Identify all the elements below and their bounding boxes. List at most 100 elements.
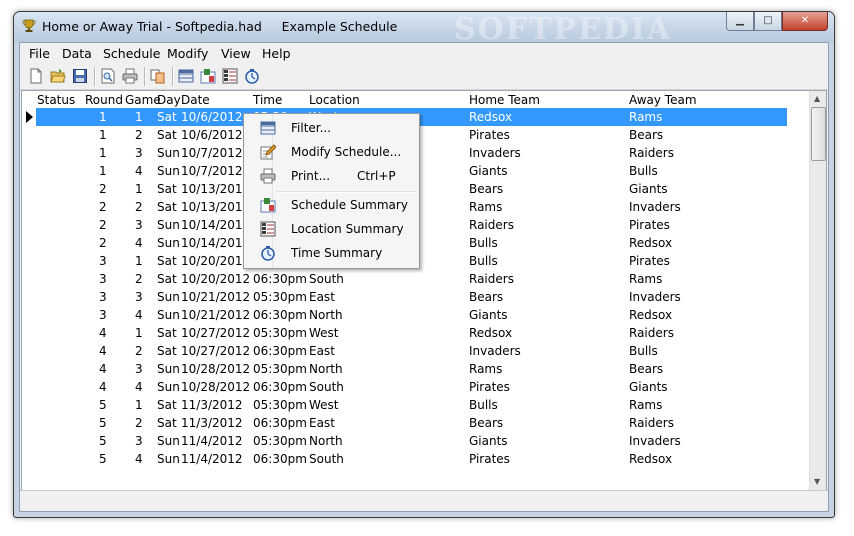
context-menu-separator (276, 191, 416, 193)
cell-away: Raiders (629, 416, 674, 430)
context-menu-modify-schedule[interactable]: Modify Schedule... (246, 141, 416, 163)
context-menu-label: Location Summary (291, 222, 404, 236)
context-menu-schedule-summary[interactable]: Schedule Summary (246, 194, 416, 216)
menu-view[interactable]: View (221, 46, 251, 61)
table-row[interactable]: 5 2 Sat 11/3/2012 06:30pm East Bears Raiders (22, 414, 812, 432)
cell-home: Bears (469, 182, 504, 196)
menu-file[interactable]: File (29, 46, 50, 61)
column-header-home-team[interactable]: Home Team (469, 93, 540, 107)
app-window: Home or Away Trial - Softpedia.had Examp… (13, 11, 835, 518)
maximize-button[interactable]: □ (754, 12, 782, 31)
cell-date: 10/27/2012 (181, 326, 251, 340)
cell-round: 1 (99, 164, 107, 178)
cell-date: 10/13/2012 (181, 182, 251, 196)
cell-date: 10/20/2012 (181, 254, 251, 268)
menu-data[interactable]: Data (62, 46, 92, 61)
column-header-game[interactable]: Game (125, 93, 161, 107)
filter-icon (260, 121, 276, 135)
new-icon[interactable] (28, 68, 44, 84)
table-row[interactable]: 4 1 Sat 10/27/2012 05:30pm West Redsox Raiders (22, 324, 812, 342)
copy-icon[interactable] (150, 68, 166, 84)
menu-schedule[interactable]: Schedule (103, 46, 160, 61)
vertical-scrollbar[interactable]: ▲ ▼ (809, 91, 826, 491)
menu-modify[interactable]: Modify (167, 46, 208, 61)
modify-schedule-icon (260, 144, 276, 160)
schedule-summary-icon[interactable] (200, 68, 216, 84)
cell-date: 10/13/2012 (181, 200, 251, 214)
cell-location: North (309, 362, 343, 376)
print-preview-icon[interactable] (100, 68, 116, 84)
cell-round: 3 (99, 308, 107, 322)
open-icon[interactable] (50, 68, 66, 84)
cell-day: Sun (157, 218, 180, 232)
context-menu-print[interactable]: Print... Ctrl+P (246, 165, 416, 187)
cell-day: Sun (157, 434, 180, 448)
cell-away: Rams (629, 110, 663, 124)
cell-date: 10/7/2012 (181, 164, 243, 178)
cell-away: Bulls (629, 164, 658, 178)
column-header-round[interactable]: Round (85, 93, 123, 107)
table-row[interactable]: 3 4 Sun 10/21/2012 06:30pm North Giants Redsox (22, 306, 812, 324)
location-summary-icon[interactable] (222, 68, 238, 84)
time-summary-icon (261, 246, 275, 261)
cell-game: 4 (135, 308, 143, 322)
time-summary-icon[interactable] (244, 68, 260, 84)
close-button[interactable]: ✕ (782, 12, 828, 31)
column-header-location[interactable]: Location (309, 93, 360, 107)
context-menu-filter[interactable]: Filter... (246, 117, 416, 139)
context-menu-label: Filter... (291, 121, 332, 135)
cell-date: 10/7/2012 (181, 146, 243, 160)
cell-time: 05:30pm (253, 398, 307, 412)
cell-home: Bulls (469, 236, 498, 250)
context-menu-location-summary[interactable]: Location Summary (246, 218, 416, 240)
filter-icon[interactable] (178, 68, 194, 84)
cell-game: 1 (135, 326, 143, 340)
table-row[interactable]: 4 3 Sun 10/28/2012 05:30pm North Rams Bears (22, 360, 812, 378)
scroll-down-arrow-icon[interactable]: ▼ (814, 477, 820, 486)
title-bar[interactable]: Home or Away Trial - Softpedia.had Examp… (14, 12, 834, 47)
print-icon[interactable] (122, 68, 138, 84)
context-menu-time-summary[interactable]: Time Summary (246, 242, 416, 264)
cell-location: South (309, 380, 344, 394)
cell-time: 05:30pm (253, 290, 307, 304)
cell-home: Raiders (469, 272, 514, 286)
cell-day: Sat (157, 272, 177, 286)
column-header-time[interactable]: Time (253, 93, 282, 107)
cell-round: 2 (99, 182, 107, 196)
table-row[interactable]: 5 3 Sun 11/4/2012 05:30pm North Giants Invaders (22, 432, 812, 450)
scroll-thumb[interactable] (811, 107, 826, 161)
print-icon (260, 168, 276, 184)
cell-day: Sat (157, 200, 177, 214)
menu-help[interactable]: Help (262, 46, 291, 61)
cell-away: Bears (629, 128, 664, 142)
status-bar (20, 490, 828, 511)
column-header-date[interactable]: Date (181, 93, 210, 107)
column-header-status[interactable]: Status (37, 93, 75, 107)
column-header-away-team[interactable]: Away Team (629, 93, 697, 107)
scroll-up-arrow-icon[interactable]: ▲ (814, 94, 820, 103)
cell-date: 11/3/2012 (181, 398, 243, 412)
table-row[interactable]: 3 3 Sun 10/21/2012 05:30pm East Bears Invaders (22, 288, 812, 306)
cell-round: 4 (99, 362, 107, 376)
table-row[interactable]: 5 4 Sun 11/4/2012 06:30pm South Pirates Redsox (22, 450, 812, 468)
cell-day: Sat (157, 398, 177, 412)
cell-away: Bears (629, 362, 664, 376)
cell-round: 2 (99, 218, 107, 232)
cell-day: Sun (157, 290, 180, 304)
schedule-grid[interactable]: Status Round Game Day Date Time Location… (21, 90, 827, 494)
save-icon[interactable] (72, 68, 88, 84)
cell-time: 06:30pm (253, 416, 307, 430)
cell-day: Sat (157, 182, 177, 196)
minimize-button[interactable]: ▁ (726, 12, 754, 31)
table-row[interactable]: 4 2 Sat 10/27/2012 06:30pm East Invaders Bulls (22, 342, 812, 360)
grid-header: Status Round Game Day Date Time Location… (22, 91, 802, 109)
cell-home: Bulls (469, 398, 498, 412)
location-summary-icon (260, 221, 276, 237)
column-header-day[interactable]: Day (157, 93, 181, 107)
cell-day: Sun (157, 380, 180, 394)
cell-time: 06:30pm (253, 272, 307, 286)
table-row[interactable]: 4 4 Sun 10/28/2012 06:30pm South Pirates Giants (22, 378, 812, 396)
table-row[interactable]: 5 1 Sat 11/3/2012 05:30pm West Bulls Rams (22, 396, 812, 414)
toolbar (20, 64, 828, 90)
table-row[interactable]: 3 2 Sat 10/20/2012 06:30pm South Raiders Rams (22, 270, 812, 288)
